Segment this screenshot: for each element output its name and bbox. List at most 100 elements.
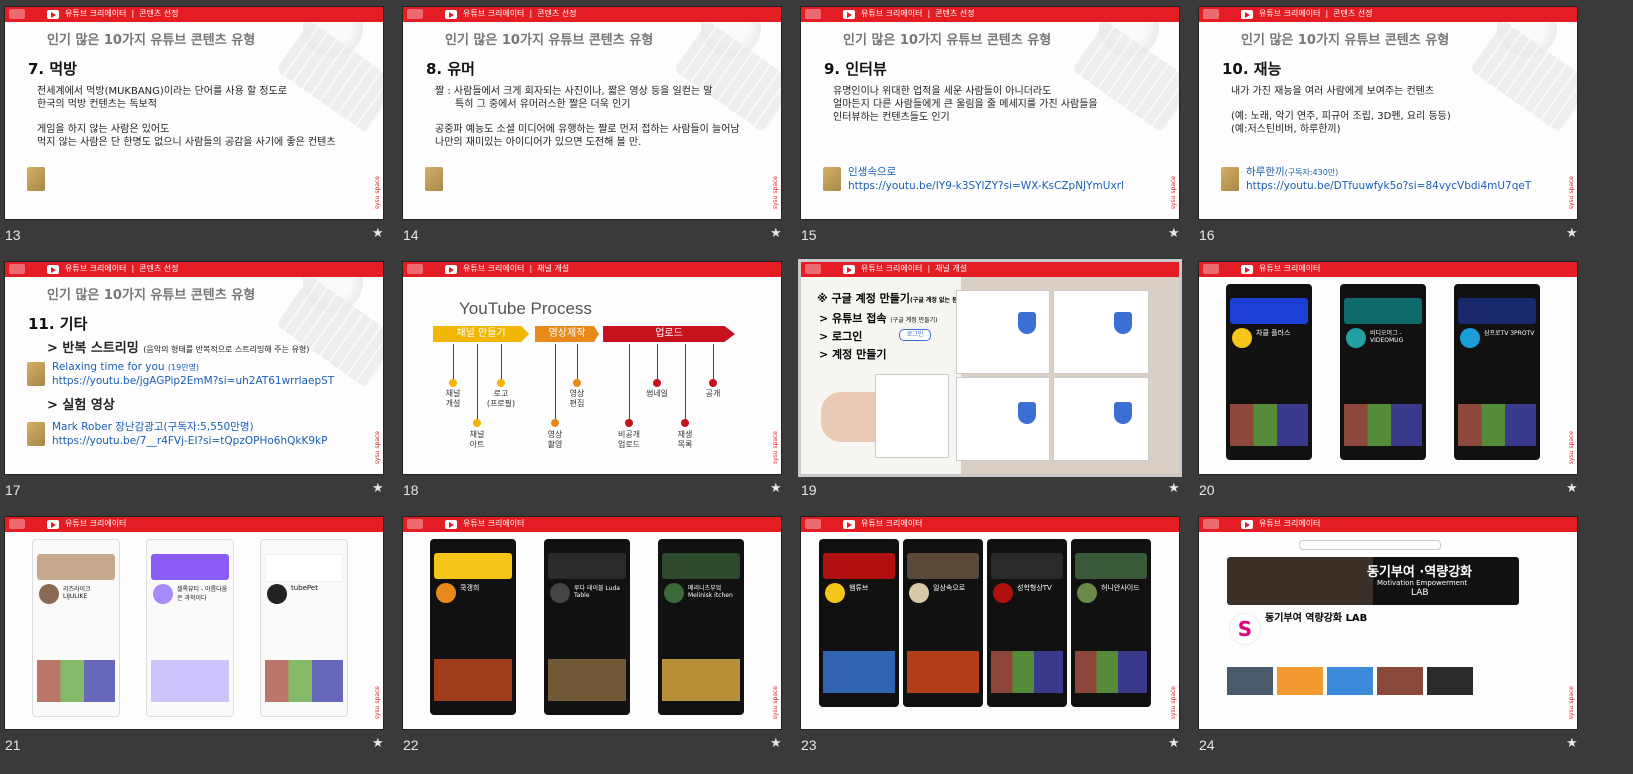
logo-icon	[407, 264, 423, 274]
channel-banner	[1075, 553, 1147, 579]
slide-subtitle: 인기 많은 10가지 유튜브 콘텐츠 유형	[47, 33, 256, 48]
step-label: 영상 촬영	[547, 430, 563, 449]
slide-header: 유튜브 크리에이터	[1199, 517, 1577, 532]
shield-icon	[1114, 312, 1132, 334]
youtube-icon	[1241, 265, 1253, 274]
gold-button-icon	[27, 422, 45, 446]
star-icon[interactable]: ★	[372, 481, 384, 496]
side-text: sysu space	[772, 430, 779, 464]
step-label: 로고 (프로필)	[486, 389, 516, 408]
channel-banner	[907, 553, 979, 579]
login-button[interactable]: 로그인	[899, 329, 931, 341]
star-icon[interactable]: ★	[1168, 481, 1180, 496]
star-icon[interactable]: ★	[1566, 736, 1578, 751]
google-account-screenshot	[1053, 290, 1149, 374]
connector-line	[657, 344, 658, 382]
youtube-icon	[47, 265, 59, 274]
logo-icon	[1203, 519, 1219, 529]
connector-line	[629, 344, 630, 424]
phone-screenshot: 성학형상TV	[987, 539, 1067, 707]
channel-link-title[interactable]: Relaxing time for you (19만명)	[52, 360, 199, 375]
phone-screenshot: 셀록뷰티 - 아름다움은 과학이다	[146, 539, 234, 717]
channel-link-url[interactable]: https://youtu.be/IY9-k3SYlZY?si=WX-KsCZp…	[848, 179, 1124, 193]
avatar	[267, 584, 287, 604]
breadcrumb: 유튜브 크리에이터 | 콘텐츠 선정	[463, 9, 577, 18]
phone-screenshot: 일상속으로	[903, 539, 983, 707]
keyboard-image	[1469, 20, 1577, 134]
channel-link-url[interactable]: https://youtu.be/7__r4FVj-EI?si=tQpzOPHo…	[52, 434, 327, 448]
channel-link-title[interactable]: 하루한끼(구독자:430만)	[1246, 165, 1338, 180]
step-label: 채널 아트	[469, 430, 485, 449]
slide-header: 유튜브 크리에이터 | 콘텐츠 선정	[801, 7, 1179, 22]
video-thumbnails	[265, 660, 343, 702]
breadcrumb: 유튜브 크리에이터	[463, 519, 525, 528]
star-icon[interactable]: ★	[1566, 226, 1578, 241]
avatar	[825, 583, 845, 603]
video-thumbnails	[1075, 651, 1147, 693]
breadcrumb: 유튜브 크리에이터 | 콘텐츠 선정	[65, 264, 179, 273]
process-title: YouTube Process	[459, 299, 592, 318]
channel-link-title[interactable]: Mark Rober 장난감광고(구독자:5,550만명)	[52, 420, 254, 434]
step-dot	[573, 379, 581, 387]
slide-header: 유튜브 크리에이터 | 콘텐츠 선정	[403, 7, 781, 22]
video-thumbnails	[823, 651, 895, 693]
slide-number: 21	[5, 737, 21, 753]
google-heading: ※ 구글 계정 만들기(구글 계정 없는 분만)	[817, 292, 966, 305]
breadcrumb: 유튜브 크리에이터	[1259, 519, 1321, 528]
step-dot	[473, 419, 481, 427]
connector-line	[501, 344, 502, 382]
channel-link-url[interactable]: https://youtu.be/DTfuuwfyk5o?si=84vycVbd…	[1246, 179, 1531, 193]
side-text: sysu space	[374, 175, 381, 209]
avatar	[39, 584, 59, 604]
slide-number: 17	[5, 482, 21, 498]
search-input[interactable]	[1299, 540, 1441, 550]
star-icon[interactable]: ★	[1566, 481, 1578, 496]
star-icon[interactable]: ★	[770, 226, 782, 241]
step-label: 공개	[705, 389, 721, 398]
step-dot	[625, 419, 633, 427]
channel-banner	[1458, 298, 1536, 324]
slide-header: 유튜브 크리에이터 | 콘텐츠 선정	[1199, 7, 1577, 22]
star-icon[interactable]: ★	[1168, 736, 1180, 751]
video-thumbnails	[662, 659, 740, 701]
logo-icon	[407, 9, 423, 19]
avatar	[1232, 328, 1252, 348]
video-thumbnails	[907, 651, 979, 693]
google-signin-screenshot	[875, 374, 949, 458]
breadcrumb: 유튜브 크리에이터	[861, 519, 923, 528]
body-line: 내가 가진 재능을 여러 사람에게 보여주는 컨텐츠	[1231, 86, 1435, 97]
star-icon[interactable]: ★	[770, 481, 782, 496]
channel-name: 차클 플러스	[1256, 329, 1291, 337]
star-icon[interactable]: ★	[770, 736, 782, 751]
star-icon[interactable]: ★	[372, 736, 384, 751]
avatar	[153, 584, 173, 604]
slide-subtitle: 인기 많은 10가지 유튜브 콘텐츠 유형	[47, 288, 256, 303]
step-login: > 로그인	[819, 330, 863, 343]
body-line: 특히 그 중에서 유머러스한 짤은 더욱 인기	[455, 99, 631, 110]
avatar	[550, 583, 570, 603]
step-label: 썸네일	[645, 389, 669, 398]
star-icon[interactable]: ★	[372, 226, 384, 241]
side-text: sysu space	[1568, 175, 1575, 209]
video-thumbnail	[1277, 667, 1323, 695]
video-thumbnails	[1344, 404, 1422, 446]
connector-line	[555, 344, 556, 424]
slide-canvas: 유튜브 크리에이터 쿡갱희 루다 테이블 Luda Table 메리니츠부엌Me…	[403, 517, 781, 729]
body-line: 유명인이나 위대한 업적을 세운 사람들이 아니더라도	[833, 86, 1052, 97]
youtube-icon	[1241, 10, 1253, 19]
section-heading: > 반복 스트리밍 (음악의 형태를 반복적으로 스트리밍해 주는 유형)	[47, 341, 310, 356]
connector-line	[577, 344, 578, 382]
keyboard-image	[275, 275, 383, 389]
breadcrumb: 유튜브 크리에이터 | 콘텐츠 선정	[65, 9, 179, 18]
slide-header: 유튜브 크리에이터 | 채널 개설	[801, 262, 1179, 277]
gold-button-icon	[425, 167, 443, 191]
channel-link-title[interactable]: 인생속으로	[848, 165, 896, 179]
side-text: sysu space	[1170, 175, 1177, 209]
step-label: 채널 개설	[445, 389, 461, 408]
youtube-icon	[445, 520, 457, 529]
video-thumbnails	[991, 651, 1063, 693]
step-dot	[653, 379, 661, 387]
star-icon[interactable]: ★	[1168, 226, 1180, 241]
youtube-icon	[843, 10, 855, 19]
channel-link-url[interactable]: https://youtu.be/jgAGPip2EmM?si=uh2AT61w…	[52, 374, 334, 388]
